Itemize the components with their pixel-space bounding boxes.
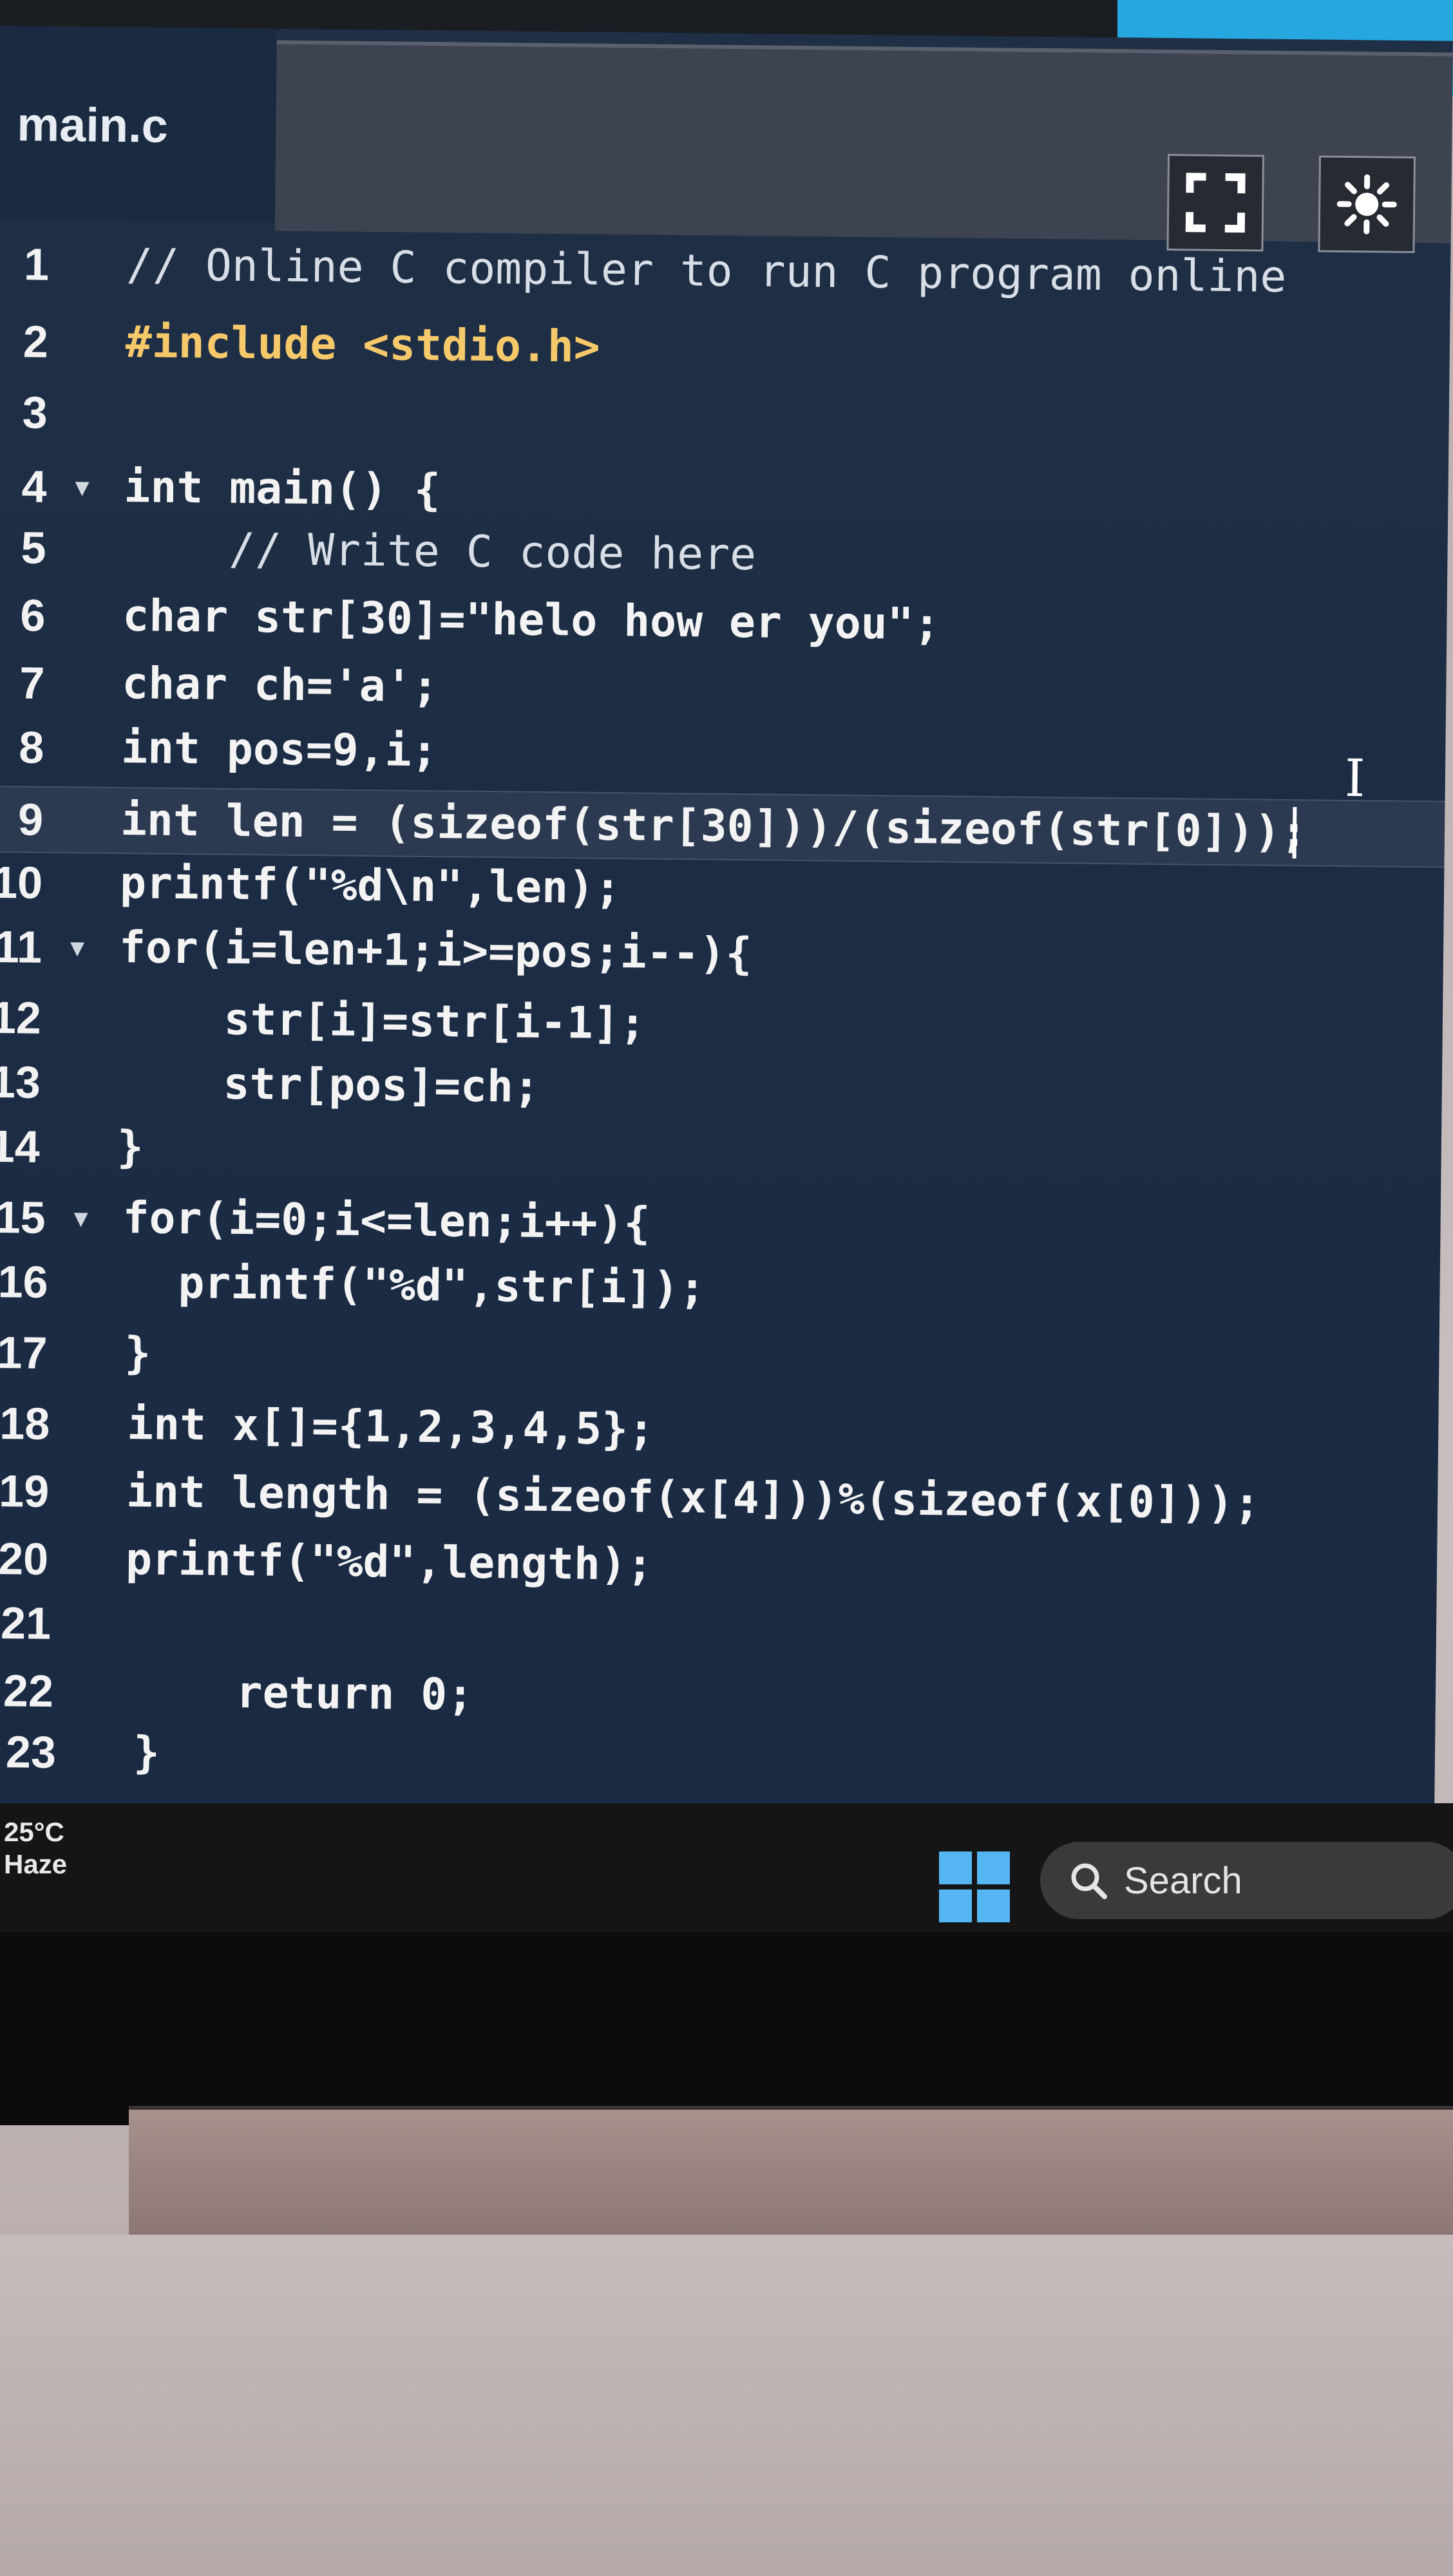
windows-start-icon[interactable] bbox=[939, 1852, 1010, 1922]
code-line[interactable]: 17} bbox=[0, 1320, 1439, 1400]
code-line[interactable]: 3 bbox=[0, 380, 1449, 460]
line-number: 22 bbox=[3, 1665, 54, 1717]
laptop-bezel bbox=[0, 1932, 1453, 2125]
laptop-base bbox=[0, 2235, 1453, 2576]
text-cursor-ibeam-icon: I bbox=[1344, 748, 1365, 809]
line-number: 4 bbox=[21, 461, 47, 512]
line-number: 8 bbox=[18, 722, 44, 773]
code-text: for(i=0;i<=len;i++){ bbox=[122, 1193, 651, 1249]
theme-toggle-button[interactable] bbox=[1318, 155, 1416, 254]
line-number: 14 bbox=[0, 1121, 41, 1172]
code-line[interactable]: 18 int x[]={1,2,3,4,5}; bbox=[0, 1391, 1439, 1471]
line-number: 21 bbox=[0, 1598, 52, 1649]
line-number: 18 bbox=[0, 1398, 50, 1449]
taskbar-search[interactable]: Search bbox=[1040, 1842, 1453, 1919]
line-number: 9 bbox=[17, 794, 44, 845]
code-text: printf("%d",str[i]); bbox=[125, 1257, 706, 1314]
line-number: 16 bbox=[0, 1256, 48, 1307]
code-editor[interactable]: main.c 1 // Online C compiler to run C p… bbox=[0, 26, 1453, 1825]
taskbar: 25°C Haze Search bbox=[0, 1803, 1453, 1932]
line-number: 7 bbox=[19, 658, 45, 708]
search-icon bbox=[1071, 1863, 1107, 1899]
code-line[interactable]: 2 #include <stdio.h> bbox=[0, 309, 1450, 389]
weather-widget[interactable]: 25°C Haze bbox=[4, 1816, 67, 1880]
code-text: int pos=9,i; bbox=[120, 723, 438, 777]
code-text: int main() { bbox=[124, 462, 441, 516]
sun-icon bbox=[1336, 174, 1397, 234]
fold-arrow-icon[interactable]: ▾ bbox=[74, 1186, 88, 1250]
line-number: 6 bbox=[20, 590, 46, 641]
editor-tab-bar: main.c bbox=[0, 26, 1453, 254]
fold-arrow-icon[interactable]: ▾ bbox=[75, 455, 89, 519]
line-number: 23 bbox=[5, 1727, 57, 1778]
fullscreen-icon bbox=[1185, 173, 1246, 233]
laptop-hinge bbox=[129, 2106, 1453, 2239]
code-text: } bbox=[124, 1328, 151, 1379]
code-text: printf("%d\n",len); bbox=[119, 858, 622, 914]
code-text: char str[30]="helo how er you"; bbox=[122, 591, 940, 650]
editor-toolbar bbox=[274, 40, 1453, 243]
code-line[interactable]: 19 int length = (sizeof(x[4]))%(sizeof(x[… bbox=[0, 1459, 1438, 1539]
weather-description: Haze bbox=[4, 1849, 68, 1879]
fullscreen-button[interactable] bbox=[1166, 153, 1265, 252]
code-text: return 0; bbox=[130, 1666, 474, 1721]
code-text: // Online C compiler to run C program on… bbox=[126, 240, 1287, 303]
line-number: 11 bbox=[0, 921, 43, 972]
line-number: 5 bbox=[21, 522, 46, 573]
fold-arrow-icon[interactable]: ▾ bbox=[70, 915, 84, 980]
code-text: } bbox=[117, 1122, 144, 1173]
code-area[interactable]: 1 // Online C compiler to run C program o… bbox=[0, 232, 1451, 1818]
code-text: str[pos]=ch; bbox=[117, 1057, 540, 1113]
line-number: 17 bbox=[0, 1327, 48, 1378]
line-number: 1 bbox=[23, 239, 50, 290]
line-number: 19 bbox=[0, 1466, 50, 1517]
code-text: printf("%d",length); bbox=[125, 1534, 654, 1591]
code-text: } bbox=[133, 1727, 160, 1779]
photo-frame: main.c 1 // Online C compiler to run C p… bbox=[0, 0, 1453, 2576]
caret bbox=[1292, 807, 1297, 859]
code-text: str[i]=str[i-1]; bbox=[118, 993, 647, 1050]
code-text: char ch='a'; bbox=[121, 658, 439, 713]
line-number: 15 bbox=[0, 1192, 46, 1243]
code-line[interactable]: 6 char str[30]="helo how er you"; bbox=[0, 583, 1447, 663]
line-number: 3 bbox=[22, 387, 48, 438]
file-tab[interactable]: main.c bbox=[0, 26, 277, 222]
file-tab-label: main.c bbox=[16, 97, 169, 153]
line-number: 12 bbox=[0, 992, 42, 1043]
code-text: #include <stdio.h> bbox=[125, 317, 601, 373]
line-number: 10 bbox=[0, 857, 43, 908]
code-text: // Write C code here bbox=[123, 523, 757, 581]
weather-temperature: 25°C bbox=[4, 1817, 64, 1847]
code-text: int x[]={1,2,3,4,5}; bbox=[126, 1399, 655, 1455]
line-number: 20 bbox=[0, 1533, 49, 1584]
line-number: 2 bbox=[23, 316, 49, 367]
search-label: Search bbox=[1124, 1859, 1242, 1902]
code-text: for(i=len+1;i>=pos;i--){ bbox=[119, 922, 752, 980]
code-text: int length = (sizeof(x[4]))%(sizeof(x[0]… bbox=[126, 1466, 1260, 1530]
line-number: 13 bbox=[0, 1056, 41, 1108]
